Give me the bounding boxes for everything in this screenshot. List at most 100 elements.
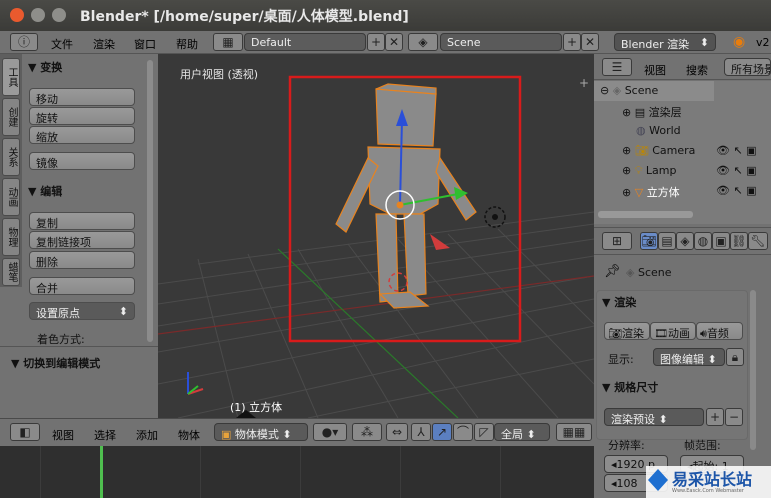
- menu-view[interactable]: 视图: [52, 427, 74, 443]
- outliner-menu-view[interactable]: 视图: [644, 62, 666, 78]
- transform-orientation-select[interactable]: 全局 ⬍: [494, 423, 550, 441]
- remove-layout-icon[interactable]: ✕: [385, 33, 403, 51]
- scene-icon[interactable]: ◈: [408, 33, 438, 51]
- outliner-editor-icon[interactable]: ☰: [602, 58, 632, 76]
- outliner-row-world[interactable]: ◍ World: [596, 124, 766, 144]
- menu-help[interactable]: 帮助: [176, 36, 198, 52]
- 3d-view-editor-icon[interactable]: ◧: [10, 423, 40, 441]
- menu-file[interactable]: 文件: [51, 36, 73, 52]
- outliner-row-lamp[interactable]: ⊕ 💡︎ Lamp 👁︎ ↖ ▣: [596, 164, 766, 184]
- object-tab-icon[interactable]: ▣: [712, 232, 730, 250]
- add-preset-icon[interactable]: +: [706, 408, 724, 426]
- tab-create[interactable]: 创建: [2, 98, 20, 136]
- modifiers-tab-icon[interactable]: 🔧︎: [748, 232, 768, 250]
- constraints-tab-icon[interactable]: ⛓︎: [730, 232, 748, 250]
- transform-panel-header[interactable]: ▼ 变换: [28, 59, 136, 77]
- outliner-row-render-layers[interactable]: ⊕ ▤ 渲染层: [596, 104, 766, 124]
- outliner-scrollbar[interactable]: [598, 211, 693, 218]
- render-layers-tab-icon[interactable]: ▤: [658, 232, 676, 250]
- outliner-lamp-label: Lamp: [645, 164, 677, 177]
- add-layout-icon[interactable]: +: [367, 33, 385, 51]
- render-preset-label: 渲染预设: [611, 413, 655, 426]
- layout-icon[interactable]: ▦: [213, 33, 243, 51]
- render-panel-header[interactable]: ▼ 渲染: [602, 294, 636, 310]
- current-frame-marker[interactable]: [100, 446, 103, 498]
- pin-icon[interactable]: 📌︎: [604, 264, 621, 279]
- window-title: Blender* [/home/super/桌面/人体模型.blend]: [80, 9, 409, 25]
- remove-scene-icon[interactable]: ✕: [581, 33, 599, 51]
- scene-field[interactable]: Scene: [440, 33, 562, 51]
- pivot-point-icon[interactable]: ⁂: [352, 423, 382, 441]
- add-scene-icon[interactable]: +: [563, 33, 581, 51]
- shading-mode-icon[interactable]: ●▾: [313, 423, 347, 441]
- lock-icon[interactable]: 🔒︎: [726, 348, 744, 366]
- outliner-row-camera[interactable]: ⊕ 📷︎ Camera 👁︎ ↖ ▣: [596, 144, 766, 164]
- tab-tools[interactable]: 工具: [2, 58, 20, 96]
- render-preset-select[interactable]: 渲染预设 ⬍: [604, 408, 704, 426]
- tab-relations[interactable]: 关系: [2, 138, 20, 176]
- dimensions-panel-header[interactable]: ▼ 规格尺寸: [602, 379, 658, 395]
- menu-add[interactable]: 添加: [136, 427, 158, 443]
- lamp-center: [492, 214, 498, 220]
- set-origin-select[interactable]: 设置原点 ⬍: [29, 302, 135, 320]
- render-tab-icon[interactable]: 📷︎: [640, 232, 658, 250]
- rotate-button[interactable]: 旋转: [29, 107, 135, 125]
- render-audio-label: 音频: [706, 327, 729, 340]
- x-axis-line: [158, 275, 594, 335]
- outliner-row-scene[interactable]: ⊖ ◈ Scene: [596, 84, 766, 104]
- layout-field[interactable]: Default: [244, 33, 366, 51]
- render-image-button[interactable]: 📷︎渲染: [604, 322, 650, 340]
- manipulator-select-icon[interactable]: ↗: [432, 423, 452, 441]
- manipulator-toggle-icon[interactable]: ⇔: [386, 423, 408, 441]
- toggle-edit-mode-header[interactable]: ▼ 切换到编辑模式: [11, 355, 100, 371]
- duplicate-linked-button[interactable]: 复制链接项: [29, 231, 135, 249]
- minimize-window-button[interactable]: [31, 8, 45, 22]
- duplicate-button[interactable]: 复制: [29, 212, 135, 230]
- panel-divider: [0, 346, 158, 347]
- 3d-viewport[interactable]: 用户视图 (透视) (1) 立方体 +: [158, 54, 594, 418]
- menu-select[interactable]: 选择: [94, 427, 116, 443]
- edit-panel-header[interactable]: ▼ 编辑: [28, 183, 136, 201]
- display-select[interactable]: 图像编辑 ⬍: [653, 348, 725, 366]
- render-engine-select[interactable]: Blender 渲染 ⬍: [614, 33, 716, 51]
- properties-editor-icon[interactable]: ⊞: [602, 232, 632, 250]
- render-panel-title: 渲染: [614, 296, 637, 309]
- dimensions-panel-title: 规格尺寸: [614, 381, 659, 394]
- render-animation-button[interactable]: 🎞︎动画: [650, 322, 696, 340]
- scale-button[interactable]: 缩放: [29, 126, 135, 144]
- maximize-window-button[interactable]: [52, 8, 66, 22]
- layers-grid-icon[interactable]: ▦▦: [556, 423, 592, 441]
- manipulator-rotate-icon[interactable]: ⌒: [453, 423, 473, 441]
- menu-object[interactable]: 物体: [178, 427, 200, 443]
- join-button[interactable]: 合并: [29, 277, 135, 295]
- manipulator-scale-icon[interactable]: ◸: [474, 423, 494, 441]
- render-audio-button[interactable]: 🔊︎音频: [696, 322, 743, 340]
- tab-grease-pencil[interactable]: 蜡笔: [2, 258, 20, 286]
- menu-render[interactable]: 渲染: [93, 36, 115, 52]
- outliner-filter-select[interactable]: 所有场景: [724, 58, 771, 76]
- eye-icon[interactable]: 👁︎ ↖ ▣: [716, 164, 757, 177]
- delete-button[interactable]: 删除: [29, 251, 135, 269]
- translate-button[interactable]: 移动: [29, 88, 135, 106]
- menu-window[interactable]: 窗口: [134, 36, 156, 52]
- outliner-row-cube[interactable]: ⊕ ▽ 立方体 👁︎ ↖ ▣: [596, 184, 766, 204]
- timeline-grid-line: [500, 446, 501, 498]
- viewport-plus-icon[interactable]: +: [579, 76, 589, 90]
- tool-shelf-tabs: 工具 创建 关系 动画 物理 蜡笔: [0, 54, 22, 287]
- eye-icon[interactable]: 👁︎ ↖ ▣: [716, 184, 757, 197]
- mode-select[interactable]: ▣ 物体模式 ⬍: [214, 423, 308, 441]
- tool-shelf-scrollbar[interactable]: [147, 60, 153, 342]
- properties-scrollbar[interactable]: [750, 290, 756, 450]
- remove-preset-icon[interactable]: −: [725, 408, 743, 426]
- timeline[interactable]: [0, 446, 594, 498]
- editor-type-info-icon[interactable]: ⓘ: [10, 33, 38, 51]
- world-tab-icon[interactable]: ◍: [694, 232, 712, 250]
- eye-icon[interactable]: 👁︎ ↖ ▣: [716, 144, 757, 157]
- tab-animation[interactable]: 动画: [2, 178, 20, 216]
- tab-physics[interactable]: 物理: [2, 218, 20, 256]
- scene-tab-icon[interactable]: ◈: [676, 232, 694, 250]
- close-window-button[interactable]: [10, 8, 24, 22]
- manipulator-translate-icon[interactable]: ⅄: [411, 423, 431, 441]
- mirror-button[interactable]: 镜像: [29, 152, 135, 170]
- outliner-menu-search[interactable]: 搜索: [686, 62, 708, 78]
